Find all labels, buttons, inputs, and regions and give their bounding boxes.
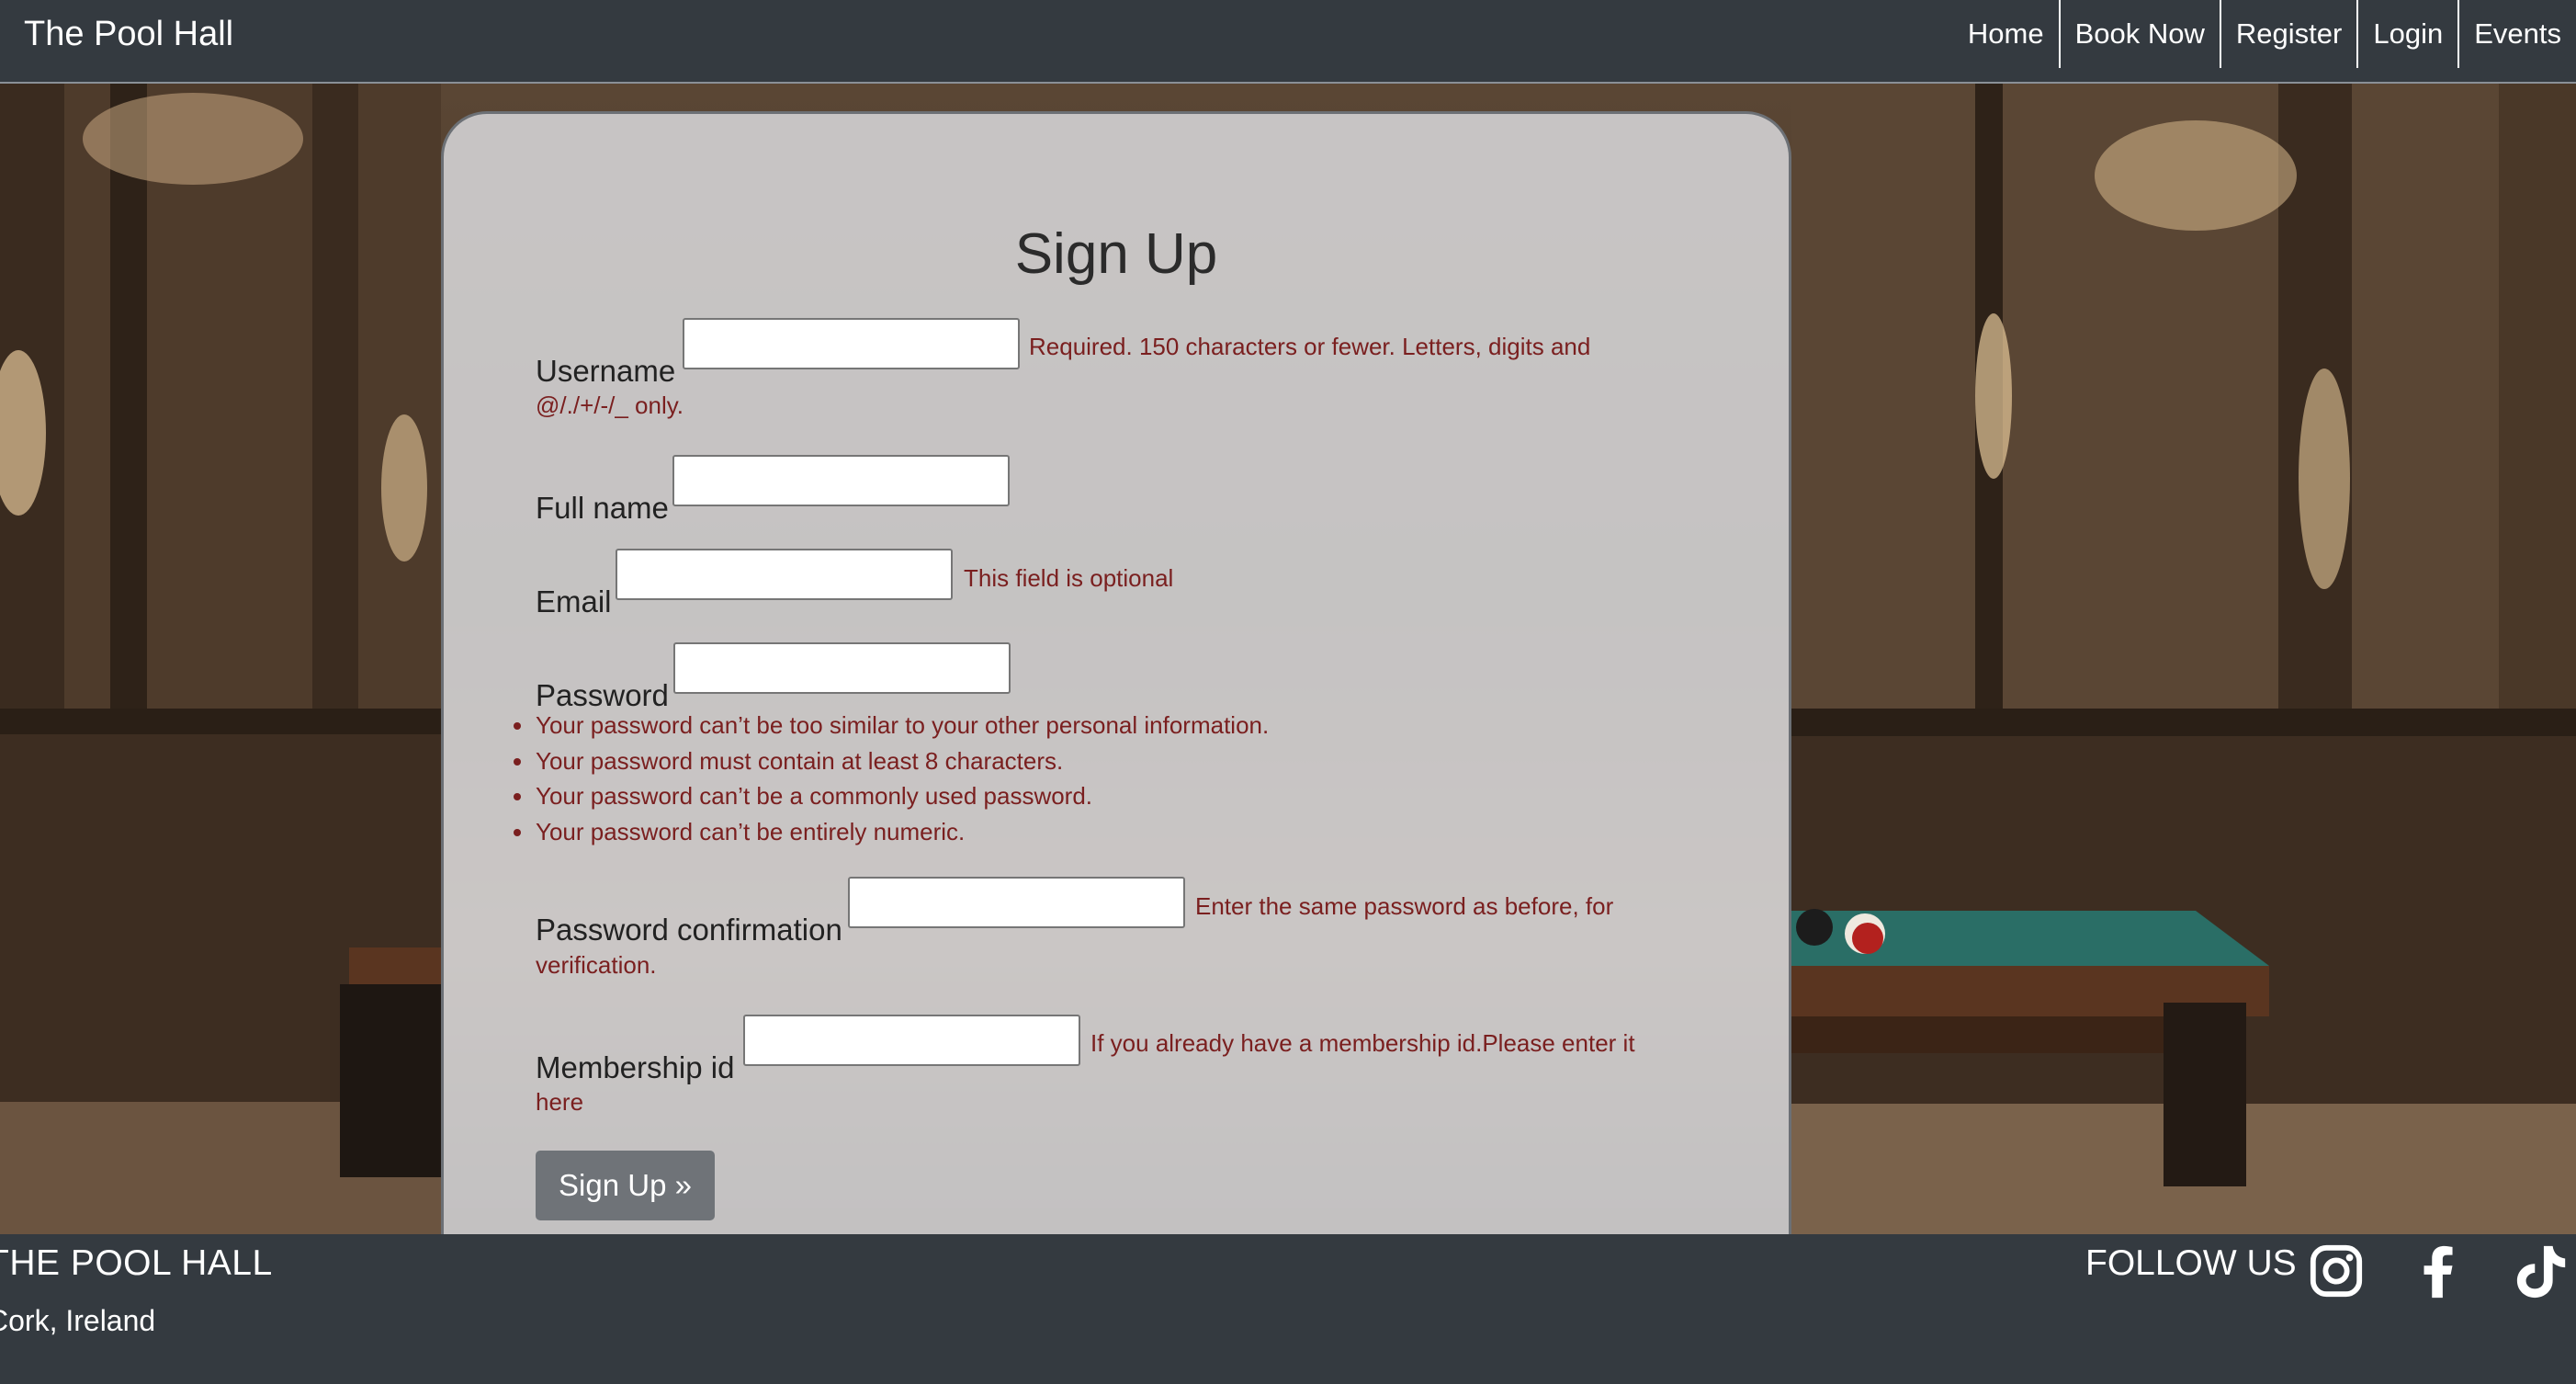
signup-card: Sign Up Username Required. 150 character…	[441, 111, 1791, 1234]
tiktok-icon[interactable]	[2514, 1242, 2570, 1300]
full-name-label: Full name	[536, 491, 669, 525]
membership-id-input[interactable]	[743, 1015, 1080, 1066]
brand-link[interactable]: The Pool Hall	[24, 13, 233, 55]
email-label: Email	[536, 584, 612, 618]
instagram-icon[interactable]	[2308, 1242, 2365, 1300]
nav-register-link[interactable]: Register	[2219, 0, 2356, 68]
email-input[interactable]	[616, 549, 953, 600]
username-label: Username	[536, 354, 676, 388]
page-title: Sign Up	[1014, 222, 1218, 286]
footer-title: THE POOL HALL	[0, 1243, 273, 1283]
password-rule: Your password must contain at least 8 ch…	[513, 743, 1269, 779]
nav-login-link[interactable]: Login	[2356, 0, 2457, 68]
follow-us-label: FOLLOW US	[2085, 1243, 2297, 1283]
sign-up-button[interactable]: Sign Up »	[536, 1151, 715, 1220]
password-rules: Your password can’t be too similar to yo…	[513, 708, 1269, 850]
membership-id-label: Membership id	[536, 1050, 735, 1084]
password-rule: Your password can’t be entirely numeric.	[513, 814, 1269, 850]
password-rule: Your password can’t be too similar to yo…	[513, 708, 1269, 743]
username-input[interactable]	[683, 318, 1020, 369]
password-input[interactable]	[673, 642, 1011, 694]
footer: THE POOL HALL Cork, Ireland FOLLOW US	[0, 1234, 2576, 1384]
full-name-input[interactable]	[672, 455, 1010, 506]
nav-home-link[interactable]: Home	[1953, 0, 2059, 68]
password-confirmation-help: Enter the same password as before, for	[1195, 892, 1614, 920]
membership-id-help: If you already have a membership id.Plea…	[1090, 1029, 1635, 1057]
footer-location: Cork, Ireland	[0, 1304, 156, 1337]
password-confirmation-label: Password confirmation	[536, 913, 842, 947]
password-confirmation-input[interactable]	[848, 877, 1185, 928]
username-help: Required. 150 characters or fewer. Lette…	[1029, 333, 1591, 360]
nav-links: Home Book Now Register Login Events	[1953, 0, 2576, 68]
navbar: The Pool Hall Home Book Now Register Log…	[0, 0, 2576, 84]
email-help: This field is optional	[964, 564, 1174, 592]
facebook-icon[interactable]	[2411, 1242, 2468, 1300]
nav-book-now-link[interactable]: Book Now	[2058, 0, 2220, 68]
membership-id-help-2: here	[536, 1088, 584, 1116]
nav-events-link[interactable]: Events	[2457, 0, 2576, 68]
username-help-2: @/./+/-/_ only.	[536, 391, 684, 419]
password-rule: Your password can’t be a commonly used p…	[513, 778, 1269, 814]
password-confirmation-help-2: verification.	[536, 951, 657, 979]
